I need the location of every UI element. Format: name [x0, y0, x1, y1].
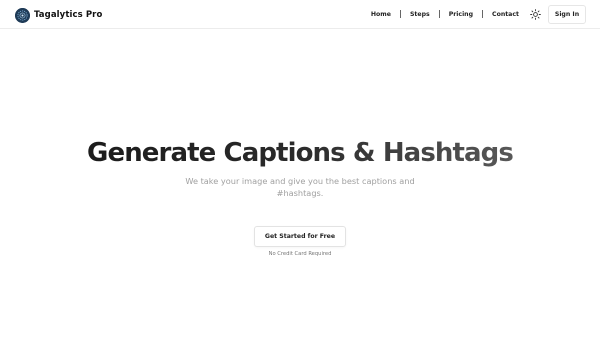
nav-item-contact[interactable]: Contact [492, 11, 519, 18]
brand-name: Tagalytics Pro [34, 10, 103, 20]
logo-icon [15, 7, 30, 23]
hero-subtitle-line: #hashtags. [276, 188, 324, 198]
site-header: Tagalytics Pro Home Steps Pricing Contac… [0, 0, 600, 29]
brand[interactable]: Tagalytics Pro [15, 7, 102, 23]
sign-in-button[interactable]: Sign In [548, 5, 586, 24]
hero-subtitle: We take your image and give you the best… [170, 175, 430, 199]
page: Tagalytics Pro Home Steps Pricing Contac… [0, 0, 600, 337]
cta-note: No Credit Card Required [268, 251, 332, 257]
nav-separator [399, 10, 401, 18]
main-nav: Home Steps Pricing Contact [371, 10, 519, 18]
nav-separator [482, 10, 484, 18]
get-started-button[interactable]: Get Started for Free [254, 226, 346, 247]
sun-icon[interactable] [530, 9, 541, 20]
nav-item-steps[interactable]: Steps [410, 11, 430, 18]
nav-item-pricing[interactable]: Pricing [449, 11, 473, 18]
nav-separator [438, 10, 440, 18]
hero-subtitle-line: We take your image and give you the best… [185, 176, 415, 186]
nav-item-home[interactable]: Home [371, 11, 391, 18]
hero-title: Generate Captions & Hashtags [0, 137, 600, 169]
